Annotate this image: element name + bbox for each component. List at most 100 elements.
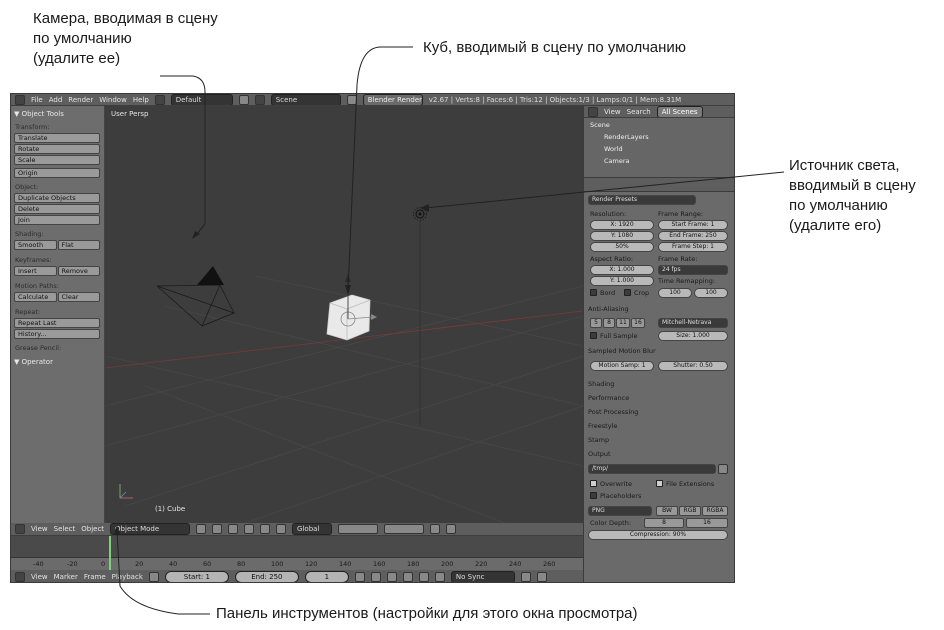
depth-8-button[interactable]: 8	[644, 518, 684, 528]
play-icon[interactable]	[402, 571, 413, 582]
res-x-field[interactable]: X: 1920	[590, 220, 654, 230]
prev-key-icon[interactable]	[370, 571, 381, 582]
layers-grid-icon-2[interactable]	[384, 524, 425, 534]
motion-blur-section[interactable]: Sampled Motion Blur	[588, 347, 656, 355]
filter-size-field[interactable]: Size: 1.000	[658, 331, 728, 341]
overwrite-checkbox[interactable]	[590, 480, 597, 487]
tl-playback-menu[interactable]: Playback	[112, 573, 143, 581]
properties-tabs[interactable]	[584, 178, 734, 192]
render-icon[interactable]	[446, 524, 457, 534]
pivot-icon[interactable]	[212, 524, 223, 534]
menu-add[interactable]: Add	[49, 96, 63, 104]
repeat-last-button[interactable]: Repeat Last	[14, 318, 100, 328]
remove-key-button[interactable]: Remove	[57, 266, 100, 276]
rgba-button[interactable]: RGBA	[702, 506, 728, 516]
manipulator-icon[interactable]	[228, 524, 239, 534]
file-extensions-checkbox[interactable]	[656, 480, 663, 487]
layout-add-icon[interactable]	[238, 94, 249, 105]
start-frame-field[interactable]: Start: 1	[164, 570, 229, 582]
preview-range-icon[interactable]	[148, 571, 159, 582]
outliner-camera[interactable]: Camera	[604, 157, 630, 165]
menu-file[interactable]: File	[31, 96, 43, 104]
border-checkbox[interactable]	[590, 289, 597, 296]
object-tools-title[interactable]: ▼ Object Tools	[14, 110, 101, 118]
all-scenes-select[interactable]: All Scenes	[656, 106, 703, 117]
record-icon[interactable]	[520, 571, 531, 582]
performance-section[interactable]: Performance	[588, 394, 629, 402]
outliner[interactable]: View Search All Scenes Scene RenderLayer…	[584, 106, 734, 178]
remap-new-field[interactable]: 100	[694, 288, 728, 298]
menu-render[interactable]: Render	[68, 96, 93, 104]
menu-window[interactable]: Window	[99, 96, 127, 104]
frame-step-prop[interactable]: Frame Step: 1	[658, 242, 728, 252]
outliner-search-menu[interactable]: Search	[627, 108, 651, 116]
outliner-world[interactable]: World	[604, 145, 623, 153]
snap-icon[interactable]	[430, 524, 441, 534]
play-reverse-icon[interactable]	[386, 571, 397, 582]
res-y-field[interactable]: Y: 1080	[590, 231, 654, 241]
current-frame-marker[interactable]	[109, 536, 111, 570]
timeline-track[interactable]	[11, 536, 583, 558]
end-frame-field[interactable]: End: 250	[234, 570, 299, 582]
rgb-button[interactable]: RGB	[679, 506, 701, 516]
insert-key-button[interactable]: Insert	[14, 266, 57, 276]
aa-8-button[interactable]: 8	[603, 318, 615, 328]
sync-select[interactable]: No Sync	[450, 570, 515, 582]
fps-select[interactable]: 24 fps	[658, 265, 728, 275]
timeline[interactable]: -40 -20 0 20 40 60 80 100 120 140 160 180 200 220 240 2…	[11, 536, 583, 570]
motion-samples-field[interactable]: Motion Samp: 1	[590, 361, 654, 371]
origin-button[interactable]: Origin	[14, 168, 100, 178]
editor-type-icon[interactable]	[15, 94, 25, 105]
mode-select[interactable]: Object Mode	[110, 523, 191, 535]
translate-button[interactable]: Translate	[14, 133, 100, 143]
output-section[interactable]: Output	[588, 450, 611, 458]
aa-filter-select[interactable]: Mitchell-Netrava	[658, 318, 728, 328]
render-presets-select[interactable]: Render Presets	[588, 195, 696, 205]
smooth-button[interactable]: Smooth	[14, 240, 57, 250]
aa-16-button[interactable]: 16	[631, 318, 645, 328]
outliner-scene[interactable]: Scene	[590, 121, 610, 129]
view-menu[interactable]: View	[31, 525, 48, 533]
anti-aliasing-section[interactable]: Anti-Aliasing	[588, 305, 629, 313]
tl-marker-menu[interactable]: Marker	[54, 573, 78, 581]
flat-button[interactable]: Flat	[57, 240, 100, 250]
aa-11-button[interactable]: 11	[616, 318, 630, 328]
tl-view-menu[interactable]: View	[31, 573, 48, 581]
object-menu[interactable]: Object	[81, 525, 104, 533]
aa-5-button[interactable]: 5	[590, 318, 602, 328]
editor-type-icon[interactable]	[15, 571, 25, 582]
compression-slider[interactable]: Compression: 90%	[588, 530, 728, 540]
3d-viewport[interactable]: User Persp (1) Cube	[105, 106, 583, 523]
current-frame-field[interactable]: 1	[304, 570, 349, 582]
full-sample-checkbox[interactable]	[590, 332, 597, 339]
scale-button[interactable]: Scale	[14, 155, 100, 165]
duplicate-button[interactable]: Duplicate Objects	[14, 193, 100, 203]
jump-start-icon[interactable]	[354, 571, 365, 582]
crop-checkbox[interactable]	[624, 289, 631, 296]
jump-end-icon[interactable]	[434, 571, 445, 582]
keying-icon[interactable]	[536, 571, 547, 582]
scene-select[interactable]: Scene	[270, 94, 341, 105]
aspect-x-field[interactable]: X: 1.000	[590, 265, 654, 275]
outliner-type-icon[interactable]	[588, 106, 598, 117]
rotate-button[interactable]: Rotate	[14, 144, 100, 154]
post-processing-section[interactable]: Post Processing	[588, 408, 638, 416]
clear-button[interactable]: Clear	[57, 292, 100, 302]
scene-add-icon[interactable]	[346, 94, 357, 105]
shutter-field[interactable]: Shutter: 0.50	[658, 361, 728, 371]
shading-section[interactable]: Shading	[588, 380, 614, 388]
depth-16-button[interactable]: 16	[686, 518, 728, 528]
calculate-button[interactable]: Calculate	[14, 292, 57, 302]
orientation-select[interactable]: Global	[292, 523, 333, 535]
join-button[interactable]: Join	[14, 215, 100, 225]
end-frame-prop[interactable]: End Frame: 250	[658, 231, 728, 241]
menu-help[interactable]: Help	[133, 96, 149, 104]
tl-frame-menu[interactable]: Frame	[84, 573, 106, 581]
delete-button[interactable]: Delete	[14, 204, 100, 214]
scale-manip-icon[interactable]	[276, 524, 287, 534]
outliner-render-layers[interactable]: RenderLayers	[604, 133, 649, 141]
editor-type-icon[interactable]	[15, 524, 25, 534]
folder-icon[interactable]	[718, 464, 728, 474]
layout-select[interactable]: Default	[170, 94, 233, 105]
render-engine-select[interactable]: Blender Render	[362, 94, 423, 105]
